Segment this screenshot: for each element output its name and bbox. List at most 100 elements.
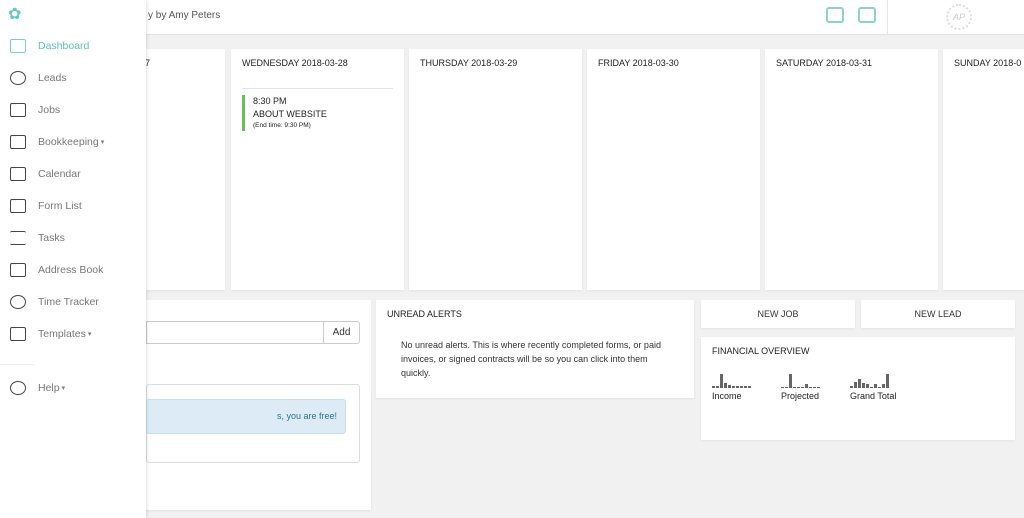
sparkline-bar	[882, 384, 885, 388]
sparkline-bar	[744, 386, 747, 388]
day-card: SUNDAY 2018-0	[943, 49, 1024, 290]
address-book-icon	[10, 263, 26, 277]
event-time: 8:30 PM	[253, 96, 287, 106]
sparkline-bar	[732, 386, 735, 388]
bookkeeping-icon	[10, 135, 26, 149]
sidebar-item-label: Jobs	[38, 104, 61, 116]
no-tasks-alert: s, you are free!	[146, 399, 346, 434]
archive-icon[interactable]	[858, 7, 876, 23]
sidebar-item-dashboard[interactable]: Dashboard	[0, 32, 146, 60]
sparkline-bar	[858, 379, 861, 388]
tasks-icon	[10, 231, 26, 245]
dashboard-icon	[10, 39, 26, 53]
alerts-message: No unread alerts. This is where recently…	[401, 340, 661, 378]
sparkline-bar	[805, 384, 808, 388]
sidebar-item-jobs[interactable]: Jobs	[0, 96, 146, 124]
caret-down-icon: ▾	[100, 139, 105, 146]
sparkline-bar	[886, 374, 889, 388]
sparkline-bar	[817, 387, 820, 388]
day-header: FRIDAY 2018-03-30	[598, 58, 679, 68]
caret-down-icon: ▾	[61, 385, 66, 392]
calendar-event[interactable]: 8:30 PM ABOUT WEBSITE (End time: 9:30 PM…	[242, 88, 393, 131]
add-task-button[interactable]: Add	[323, 321, 360, 344]
day-card: WEDNESDAY 2018-03-28 8:30 PM ABOUT WEBSI…	[231, 49, 404, 290]
income-sparkline	[712, 374, 751, 388]
new-job-button[interactable]: NEW JOB	[701, 300, 855, 328]
sidebar-item-tasks[interactable]: Tasks	[0, 224, 146, 252]
divider	[887, 0, 888, 35]
day-card: SATURDAY 2018-03-31	[765, 49, 938, 290]
event-title: ABOUT WEBSITE	[253, 109, 327, 119]
calendar-icon	[10, 167, 26, 181]
sidebar-item-label: Tasks	[38, 232, 65, 244]
sparkline-bar	[809, 387, 812, 388]
financial-overview-panel: FINANCIAL OVERVIEW	[701, 337, 1015, 440]
sparkline-bar	[793, 387, 796, 388]
sparkline-bar	[866, 384, 869, 388]
sparkline-bar	[736, 386, 739, 388]
new-lead-button[interactable]: NEW LEAD	[861, 300, 1015, 328]
sparkline-bar	[712, 386, 715, 388]
templates-icon	[10, 327, 26, 341]
sidebar-item-label: Calendar	[38, 168, 81, 180]
panel-title: FINANCIAL OVERVIEW	[712, 346, 810, 356]
sparkline-bar	[720, 374, 723, 388]
sparkline-bar	[789, 374, 792, 388]
projected-sparkline	[781, 374, 820, 388]
inbox-icon[interactable]	[826, 7, 844, 23]
sparkline-bar	[850, 386, 853, 388]
sidebar-item-label: Dashboard	[38, 40, 90, 52]
panel-title: UNREAD ALERTS	[387, 309, 462, 319]
sidebar-item-help[interactable]: Help ▾	[0, 374, 146, 402]
task-input[interactable]	[146, 321, 324, 344]
event-end-time: (End time: 9:30 PM)	[253, 122, 311, 129]
grand-total-sparkline	[850, 374, 889, 388]
day-card: FRIDAY 2018-03-30	[587, 49, 760, 290]
sidebar-item-label: Templates	[38, 328, 86, 340]
sparkline-bar	[801, 387, 804, 388]
studio-name: y by Amy Peters	[148, 10, 221, 21]
divider	[0, 364, 34, 365]
day-header: SATURDAY 2018-03-31	[776, 58, 873, 68]
studio-logo[interactable]: AP	[946, 4, 972, 30]
day-header: THURSDAY 2018-03-29	[420, 58, 518, 68]
sidebar-item-form-list[interactable]: Form List	[0, 192, 146, 220]
sparkline-bar	[716, 386, 719, 388]
sidebar-item-label: Form List	[38, 200, 82, 212]
sparkline-bar	[862, 383, 865, 388]
sidebar: ✿ Dashboard Leads Jobs Bookkeeping ▾ Cale…	[0, 0, 146, 518]
sparkline-bar	[813, 387, 816, 388]
top-bar: y by Amy Peters AP	[0, 0, 1024, 35]
stopwatch-icon	[10, 295, 26, 309]
sparkline-bar	[781, 387, 784, 388]
sidebar-item-label: Time Tracker	[38, 296, 99, 308]
day-header: SUNDAY 2018-0	[954, 58, 1022, 68]
grand-total-label: Grand Total	[850, 391, 897, 401]
sparkline-bar	[728, 385, 731, 388]
sidebar-item-leads[interactable]: Leads	[0, 64, 146, 92]
sidebar-item-label: Bookkeeping	[38, 136, 99, 148]
sidebar-item-time-tracker[interactable]: Time Tracker	[0, 288, 146, 316]
sparkline-bar	[878, 387, 881, 388]
sparkline-bar	[740, 386, 743, 388]
sidebar-item-templates[interactable]: Templates ▾	[0, 320, 146, 348]
leads-icon	[10, 71, 26, 85]
income-label: Income	[712, 391, 742, 401]
sidebar-item-calendar[interactable]: Calendar	[0, 160, 146, 188]
sidebar-item-bookkeeping[interactable]: Bookkeeping ▾	[0, 128, 146, 156]
brand-logo-icon[interactable]: ✿	[8, 4, 21, 24]
sidebar-item-label: Address Book	[38, 264, 104, 276]
sparkline-bar	[870, 387, 873, 388]
day-header: WEDNESDAY 2018-03-28	[242, 58, 348, 68]
sidebar-item-label: Leads	[38, 72, 67, 84]
sparkline-bar	[854, 382, 857, 388]
sparkline-bar	[785, 387, 788, 388]
caret-down-icon: ▾	[87, 331, 92, 338]
unread-alerts-panel: UNREAD ALERTS No unread alerts. This is …	[376, 300, 694, 398]
sparkline-bar	[874, 384, 877, 388]
sidebar-item-address-book[interactable]: Address Book	[0, 256, 146, 284]
day-card: THURSDAY 2018-03-29	[409, 49, 582, 290]
briefcase-icon	[10, 103, 26, 117]
form-list-icon	[10, 199, 26, 213]
projected-label: Projected	[781, 391, 820, 401]
